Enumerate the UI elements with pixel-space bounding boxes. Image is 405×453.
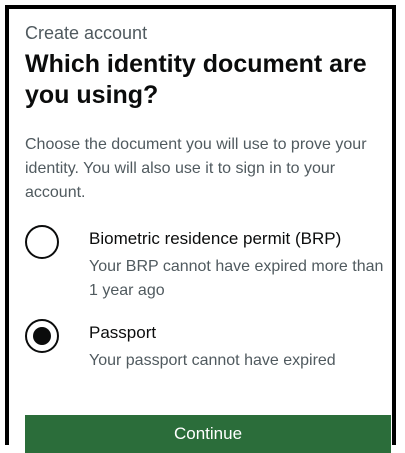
page-caption: Create account [25,23,148,43]
screen-frame: Create account Which identity document a… [5,5,396,453]
radio-unselected-icon[interactable] [25,225,59,259]
main-content: Create account Which identity document a… [25,21,393,453]
radio-dot-icon [33,327,51,345]
radio-selected-icon[interactable] [25,319,59,353]
radio-hint-passport: Your passport cannot have expired [89,352,336,369]
radio-label-brp[interactable]: Biometric residence permit (BRP) [89,227,393,251]
intro-text: Choose the document you will use to prov… [25,136,367,201]
page-heading: Which identity document are you using? [25,50,367,109]
radio-option-passport[interactable]: Passport Your passport cannot have expir… [25,319,393,373]
radio-label-passport[interactable]: Passport [89,321,393,345]
continue-button[interactable]: Continue [25,415,391,453]
radio-hint-brp: Your BRP cannot have expired more than 1… [89,258,384,299]
radio-option-brp[interactable]: Biometric residence permit (BRP) Your BR… [25,225,393,303]
